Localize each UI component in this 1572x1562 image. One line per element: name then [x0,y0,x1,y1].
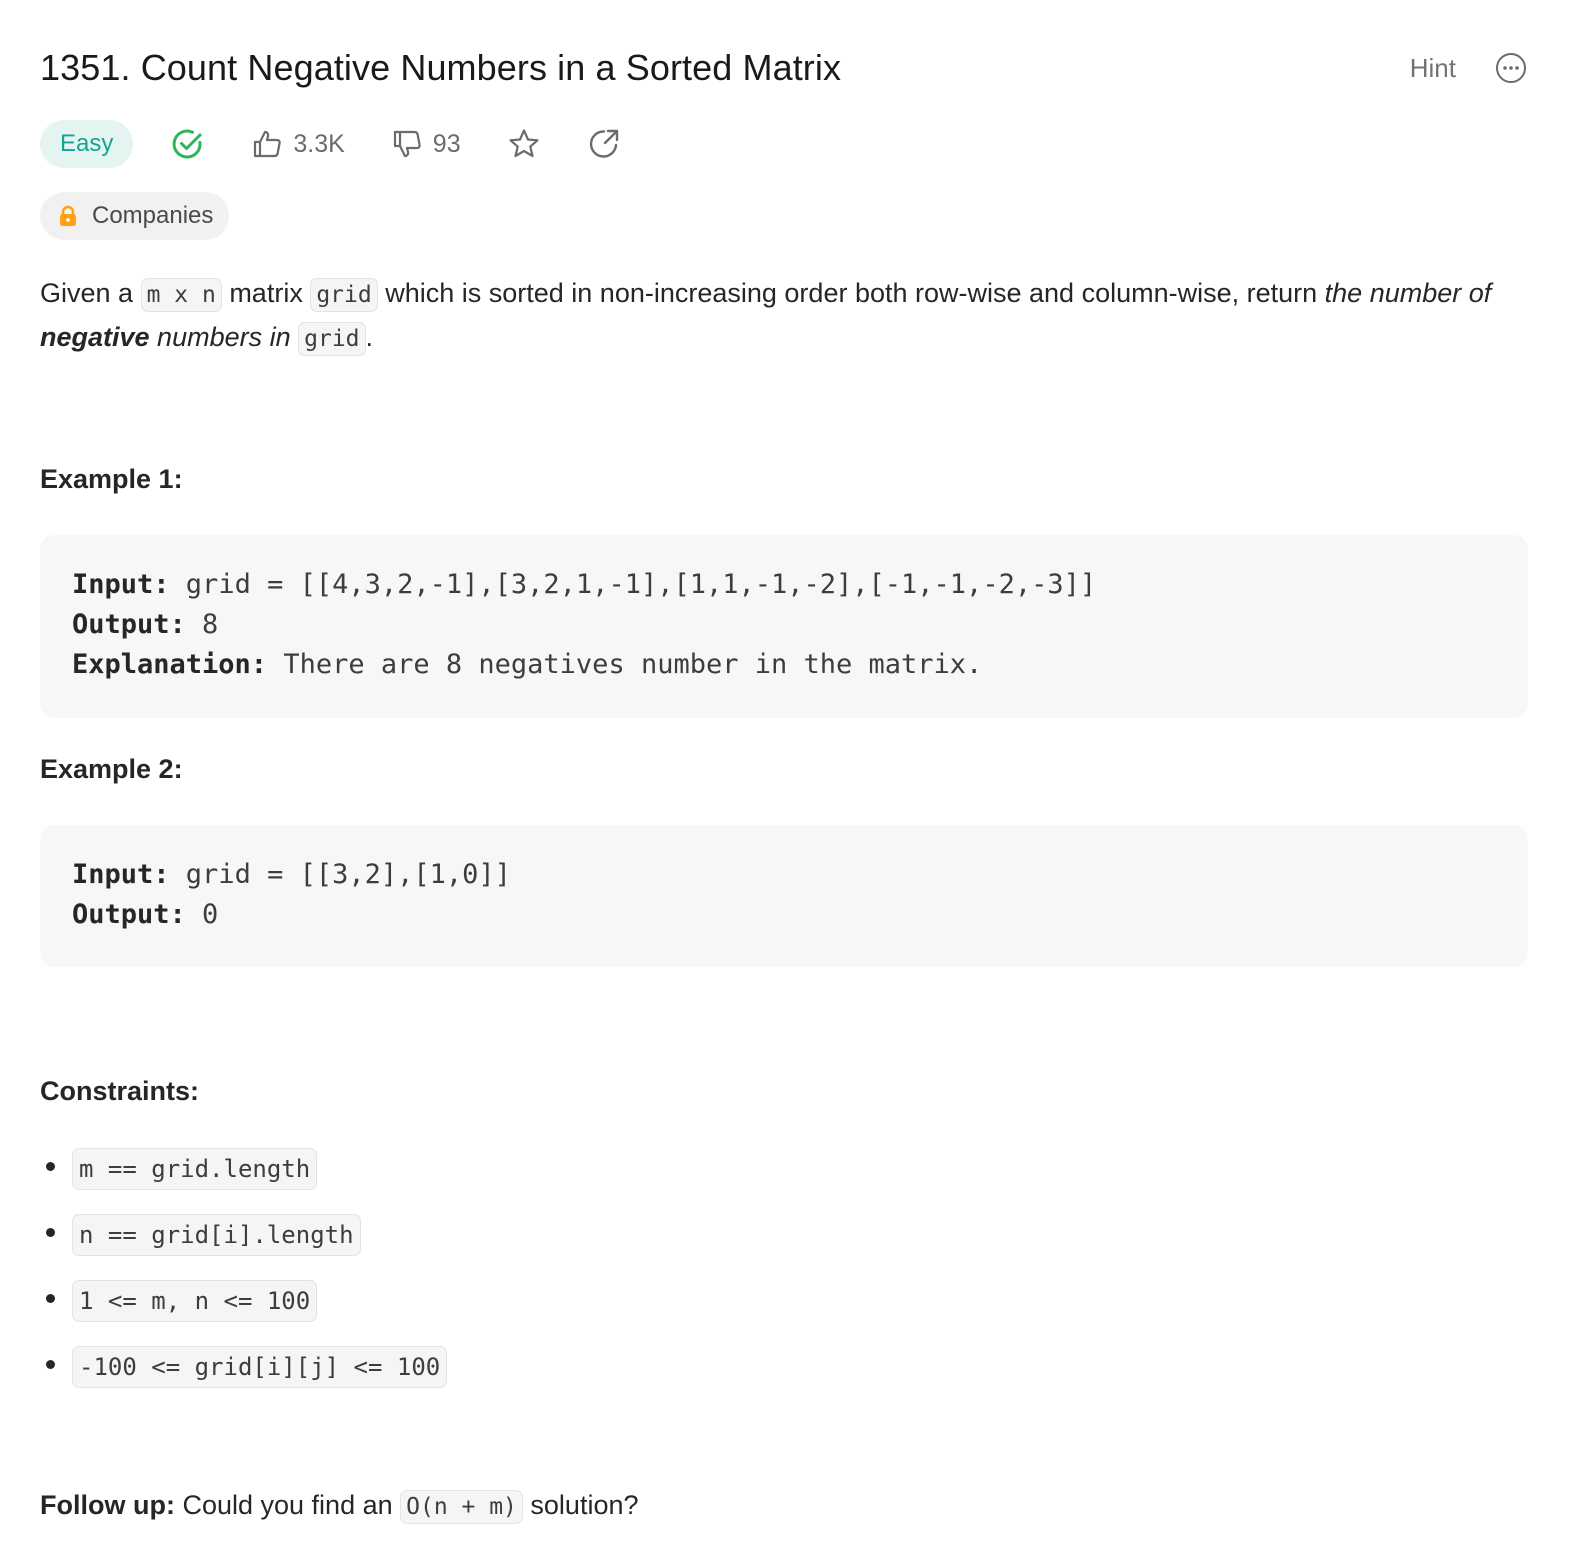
output-label: Output: [72,609,186,640]
inline-code: m x n [140,278,222,312]
problem-title: 1351. Count Negative Numbers in a Sorted… [40,47,842,88]
desc-text: which is sorted in non-increasing order … [377,278,1325,308]
lock-icon [60,205,76,226]
problem-description: Given a m x n matrix grid which is sorte… [40,272,1512,360]
list-item: -100 <= grid[i][j] <= 100 [40,1346,448,1412]
input-label: Input: [72,569,170,600]
bullet [46,1228,55,1237]
inline-code: O(n + m) [400,1490,523,1524]
example-2-block: Input: grid = [[3,2],[1,0]] Output: 0 [40,825,1528,967]
follow-up: Follow up: Could you find an O(n + m) so… [40,1490,639,1524]
problem-page: 1351. Count Negative Numbers in a Sorted… [0,0,1572,1562]
input-value: grid = [[4,3,2,-1],[3,2,1,-1],[1,1,-1,-2… [169,569,1097,600]
solved-status [171,127,205,161]
desc-strong: negative [40,322,150,352]
constraint-code: m == grid.length [72,1148,318,1190]
example-1-heading: Example 1: [40,464,183,494]
list-item: m == grid.length [40,1148,447,1214]
like-button[interactable]: 3.3K [251,128,345,160]
difficulty-badge: Easy [40,120,134,168]
list-item: 1 <= m, n <= 100 [40,1280,447,1346]
dislike-button[interactable]: 93 [391,128,461,160]
constraint-code: n == grid[i].length [72,1214,361,1256]
like-count: 3.3K [293,129,345,158]
thumbs-down-icon [393,130,421,158]
output-value: 0 [185,899,219,930]
desc-emphasis: numbers in [149,322,299,352]
more-options-button[interactable] [1494,51,1528,85]
bullet [46,1360,55,1369]
inline-code: grid [310,278,378,312]
companies-label: Companies [92,202,214,229]
share-button[interactable] [587,127,621,161]
example-1-block: Input: grid = [[4,3,2,-1],[3,2,1,-1],[1,… [40,535,1528,718]
bullet [46,1294,55,1303]
bullet [46,1162,55,1171]
desc-text: matrix [221,278,311,308]
constraint-code: -100 <= grid[i][j] <= 100 [72,1346,448,1388]
constraints-list: m == grid.length n == grid[i].length 1 <… [40,1148,448,1412]
constraint-code: 1 <= m, n <= 100 [72,1280,318,1322]
companies-button[interactable]: Companies [40,192,230,240]
inline-code: grid [298,322,366,356]
follow-up-label: Follow up: [40,1490,175,1520]
share-icon [589,129,618,158]
follow-up-text: solution? [522,1490,639,1520]
constraints-heading: Constraints: [40,1076,200,1106]
output-value: 8 [185,609,219,640]
explanation-label: Explanation: [72,649,268,680]
output-label: Output: [72,899,186,930]
list-item: n == grid[i].length [40,1214,447,1280]
check-circle-icon [172,129,202,159]
thumbs-up-icon [254,130,282,158]
dislike-count: 93 [432,129,461,158]
desc-emphasis: the number of [1324,278,1492,308]
desc-text: Given a [40,278,141,308]
more-icon [1496,53,1526,83]
title-row: 1351. Count Negative Numbers in a Sorted… [40,40,1528,96]
star-icon [509,129,539,158]
desc-text: . [365,322,374,352]
input-label: Input: [72,859,170,890]
input-value: grid = [[3,2],[1,0]] [169,859,511,890]
explanation-value: There are 8 negatives number in the matr… [267,649,983,680]
favorite-button[interactable] [507,127,541,161]
hint-button[interactable]: Hint [1410,53,1456,84]
follow-up-text: Could you find an [174,1490,401,1520]
meta-row: Easy 3.3K 93 [40,118,621,170]
example-2-heading: Example 2: [40,754,183,784]
